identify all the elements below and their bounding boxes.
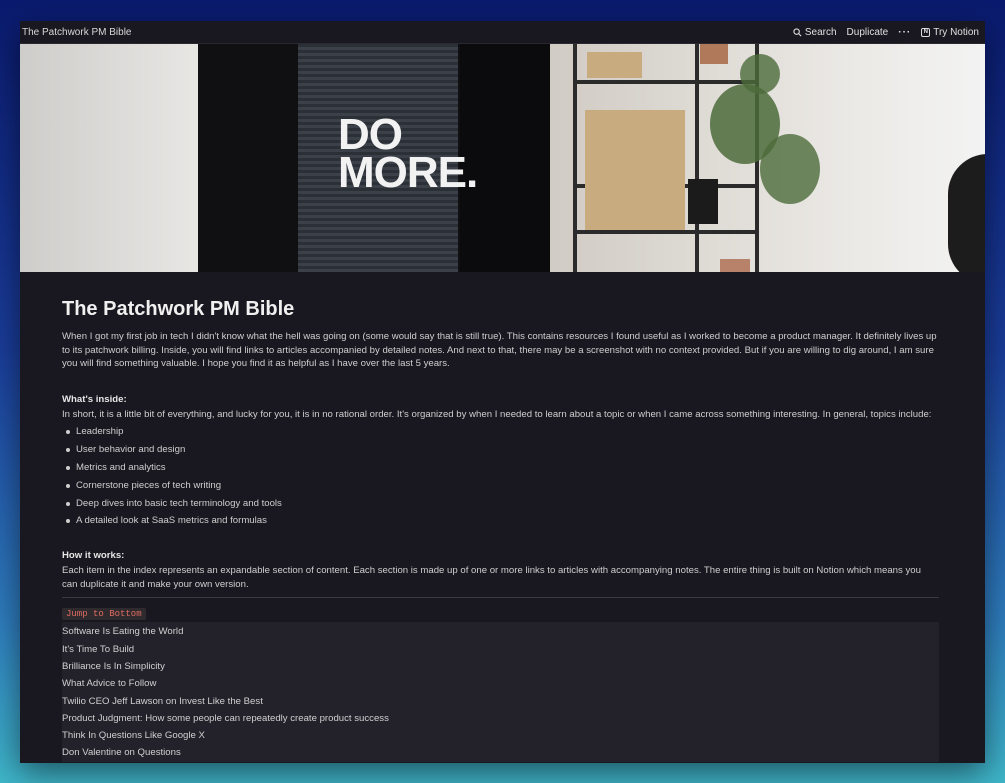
whats-inside-paragraph: In short, it is a little bit of everythi…	[62, 408, 932, 420]
list-item: User behavior and design	[62, 441, 939, 459]
index-item[interactable]: Brilliance Is In Simplicity	[62, 658, 939, 675]
jump-to-bottom-link[interactable]: Jump to Bottom	[62, 608, 146, 621]
list-item: Metrics and analytics	[62, 459, 939, 477]
try-notion-button[interactable]: N Try Notion	[921, 27, 979, 38]
cover-image: DO MORE.	[20, 44, 985, 272]
cover-sign-line2: MORE.	[338, 148, 478, 197]
index-item[interactable]: It's Time To Build	[62, 641, 939, 658]
index-list: Software Is Eating the World It's Time T…	[62, 622, 939, 762]
list-item: Leadership	[62, 423, 939, 441]
index-item[interactable]: Software Is Eating the World	[62, 623, 939, 640]
how-it-works-heading: How it works:	[62, 550, 125, 562]
index-item[interactable]: What Advice to Follow	[62, 675, 939, 692]
list-item: Deep dives into basic tech terminology a…	[62, 495, 939, 513]
page-content: The Patchwork PM Bible When I got my fir…	[20, 272, 985, 762]
topics-list: Leadership User behavior and design Metr…	[62, 423, 939, 530]
top-bar: The Patchwork PM Bible Search Duplicate …	[20, 21, 985, 44]
search-icon	[793, 27, 802, 36]
search-label: Search	[804, 26, 837, 38]
notion-window: The Patchwork PM Bible Search Duplicate …	[20, 21, 985, 763]
cover-sign: DO MORE.	[338, 113, 478, 197]
duplicate-button[interactable]: Duplicate	[847, 27, 889, 38]
search-button[interactable]: Search	[793, 27, 837, 38]
index-item[interactable]: Twilio CEO Jeff Lawson on Invest Like th…	[62, 693, 939, 710]
notion-logo-icon: N	[921, 27, 931, 37]
top-actions: Search Duplicate ··· N Try Notion	[793, 27, 979, 38]
try-notion-label: Try Notion	[933, 26, 979, 38]
index-item[interactable]: Think In Questions Like Google X	[62, 727, 939, 744]
list-item: Cornerstone pieces of tech writing	[62, 477, 939, 495]
whats-inside-heading: What's inside:	[62, 393, 127, 405]
intro-paragraph: When I got my first job in tech I didn't…	[62, 331, 937, 370]
index-item[interactable]: Don Valentine on Questions	[62, 744, 939, 761]
page-breadcrumb-title[interactable]: The Patchwork PM Bible	[22, 27, 793, 38]
how-it-works-paragraph: Each item in the index represents an exp…	[62, 565, 921, 590]
page-title: The Patchwork PM Bible	[62, 298, 295, 320]
index-item[interactable]: Product Judgment: How some people can re…	[62, 710, 939, 727]
more-options-icon[interactable]: ···	[898, 27, 911, 38]
list-item: A detailed look at SaaS metrics and form…	[62, 512, 939, 530]
